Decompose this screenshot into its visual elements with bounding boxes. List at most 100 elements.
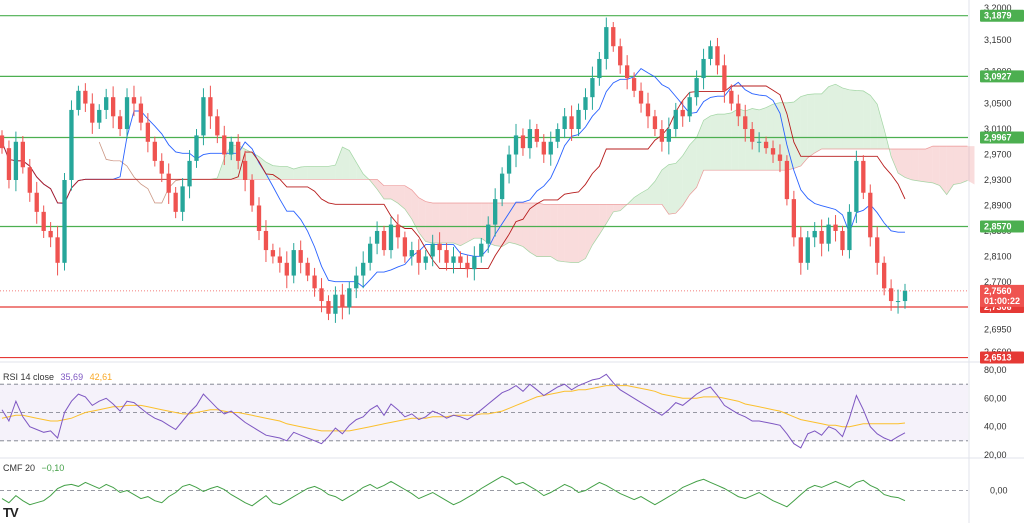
candle-body bbox=[868, 192, 873, 238]
price-axis: 3,20003,15003,10003,05003,01002,97002,93… bbox=[980, 3, 1024, 496]
rsi-tick-label: 80,00 bbox=[984, 365, 1007, 375]
candle-body bbox=[402, 237, 408, 257]
cloud-segment bbox=[536, 203, 544, 257]
candle-body bbox=[20, 141, 25, 168]
cloud-segment bbox=[675, 155, 683, 214]
cmf-legend-value: −0,10 bbox=[41, 463, 65, 473]
candle-body bbox=[513, 135, 519, 155]
cloud-segment bbox=[279, 166, 287, 180]
candle-body bbox=[354, 275, 359, 289]
price-tick-label: 3,0500 bbox=[984, 99, 1012, 109]
candle-body bbox=[388, 224, 394, 251]
cloud-segment bbox=[314, 166, 322, 180]
cloud-segment bbox=[418, 197, 426, 242]
cloud-segment bbox=[911, 148, 919, 182]
candle-body bbox=[576, 109, 581, 130]
candle-body bbox=[83, 90, 88, 104]
candle-body bbox=[499, 173, 505, 200]
candle-body bbox=[340, 294, 345, 308]
candle-body bbox=[736, 103, 741, 117]
chart-canvas[interactable]: 3,20003,15003,10003,05003,01002,97002,93… bbox=[0, 0, 1024, 523]
candle-body bbox=[882, 262, 887, 289]
candle-body bbox=[6, 148, 12, 180]
cloud-segment bbox=[696, 120, 704, 188]
candle-body bbox=[673, 109, 678, 130]
candle-body bbox=[291, 250, 296, 276]
candle-body bbox=[541, 141, 546, 155]
candle-body bbox=[277, 256, 282, 263]
candle-body bbox=[437, 243, 442, 251]
candle-body bbox=[256, 205, 262, 231]
price-tick-label: 2,9700 bbox=[984, 150, 1012, 160]
cloud-segment bbox=[905, 148, 912, 180]
candle-body bbox=[416, 250, 421, 263]
cloud-segment bbox=[384, 185, 391, 200]
candle-body bbox=[548, 141, 553, 155]
candle-body bbox=[638, 90, 644, 104]
candle-body bbox=[173, 192, 178, 212]
candle-body bbox=[854, 160, 859, 212]
cloud-segment bbox=[960, 146, 968, 184]
candle-body bbox=[763, 141, 769, 149]
candle-body bbox=[645, 103, 651, 117]
candle-body bbox=[124, 97, 130, 130]
candle-body bbox=[458, 256, 463, 263]
candle-body bbox=[562, 116, 567, 130]
cloud-segment bbox=[800, 94, 808, 166]
candle-body bbox=[819, 230, 824, 244]
level-badge-label: 2,6513 bbox=[984, 353, 1012, 363]
candle-body bbox=[875, 237, 880, 263]
candle-body bbox=[902, 290, 908, 302]
candle-body bbox=[729, 90, 734, 104]
cloud-segment bbox=[898, 148, 905, 178]
candle-body bbox=[69, 109, 74, 180]
cloud-segment bbox=[300, 166, 308, 180]
candle-body bbox=[187, 160, 192, 187]
cloud-segment bbox=[967, 146, 975, 185]
candle-body bbox=[201, 97, 206, 136]
cloud-segment bbox=[453, 203, 461, 246]
candle-body bbox=[861, 160, 866, 193]
candle-body bbox=[90, 103, 95, 123]
candle-body bbox=[222, 135, 227, 155]
cloud-segment bbox=[529, 203, 537, 257]
rsi-legend-value: 35,69 bbox=[60, 372, 84, 382]
candle-body bbox=[55, 237, 60, 263]
cmf-line bbox=[1, 475, 906, 508]
cloud-segment bbox=[307, 166, 315, 180]
candle-body bbox=[895, 301, 901, 303]
candle-body bbox=[583, 97, 588, 110]
candle-body bbox=[750, 129, 755, 142]
candle-body bbox=[298, 250, 303, 263]
cloud-segment bbox=[870, 95, 878, 149]
cloud-segment bbox=[953, 146, 961, 185]
candle-body bbox=[166, 173, 171, 193]
candle-body bbox=[833, 224, 838, 231]
candle-body bbox=[305, 262, 310, 276]
tradingview-logo: TV bbox=[3, 505, 19, 520]
cloud-segment bbox=[543, 204, 551, 257]
candle-body bbox=[395, 224, 401, 238]
candle-body bbox=[27, 167, 32, 193]
level-badge-label: 2,8570 bbox=[984, 222, 1012, 232]
level-badge-label: 2,9967 bbox=[984, 133, 1012, 143]
cloud-segment bbox=[891, 148, 899, 174]
cloud-segment bbox=[564, 204, 572, 263]
candle-body bbox=[715, 46, 720, 66]
candle-body bbox=[708, 46, 713, 59]
price-tick-label: 2,8900 bbox=[984, 200, 1012, 210]
candle-body bbox=[791, 199, 797, 238]
candle-body bbox=[625, 65, 630, 79]
candle-body bbox=[423, 256, 428, 263]
cloud-segment bbox=[599, 204, 607, 235]
candle-body bbox=[152, 141, 157, 161]
candle-body bbox=[131, 97, 137, 104]
candle-body bbox=[263, 230, 269, 251]
candle-body bbox=[48, 230, 53, 238]
cloud-segment bbox=[342, 147, 350, 180]
cloud-segment bbox=[634, 193, 642, 205]
cloud-segment bbox=[356, 162, 364, 180]
candle-body bbox=[430, 243, 435, 257]
cloud-segment bbox=[946, 146, 954, 195]
cloud-segment bbox=[731, 108, 739, 171]
